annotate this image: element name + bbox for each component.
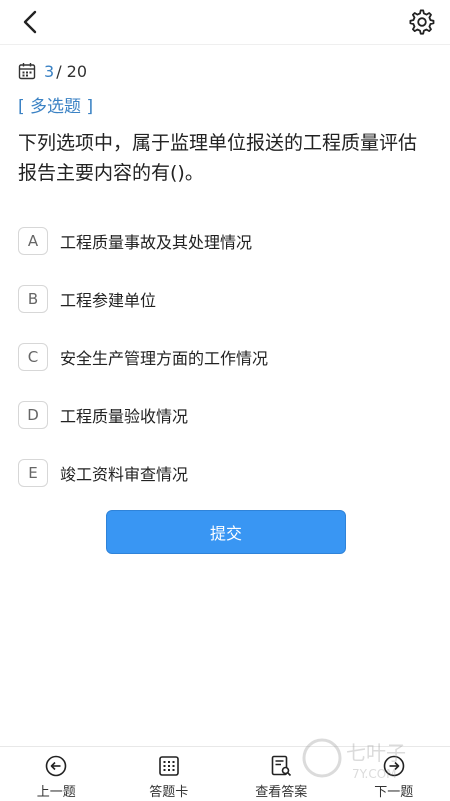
nav-answer-card[interactable]: 答题卡 (113, 747, 226, 801)
prev-circle-icon (45, 755, 67, 777)
option-text: 工程质量事故及其处理情况 (60, 229, 252, 253)
top-bar (0, 0, 450, 45)
option-text: 安全生产管理方面的工作情况 (60, 345, 268, 369)
option-letter: A (18, 227, 48, 255)
watermark-logo: 七叶子 7Y.COM (300, 728, 440, 788)
watermark-text: 七叶子 (346, 741, 406, 765)
question-progress: 3 / 20 (18, 60, 87, 82)
option-b[interactable]: B 工程参建单位 (18, 270, 438, 328)
gear-icon[interactable] (408, 8, 436, 36)
option-letter: C (18, 343, 48, 371)
option-text: 竣工资料审查情况 (60, 461, 188, 485)
nav-prev-question[interactable]: 上一题 (0, 747, 113, 801)
view-answer-icon (270, 755, 292, 777)
option-text: 工程参建单位 (60, 287, 156, 311)
current-question-number: 3 (44, 62, 54, 81)
question-type: [ 多选题 ] (18, 92, 93, 117)
nav-label: 上一题 (37, 781, 76, 800)
option-text: 工程质量验收情况 (60, 403, 188, 427)
option-letter: E (18, 459, 48, 487)
options-list: A 工程质量事故及其处理情况 B 工程参建单位 C 安全生产管理方面的工作情况 … (18, 212, 438, 502)
option-d[interactable]: D 工程质量验收情况 (18, 386, 438, 444)
submit-button[interactable]: 提交 (106, 510, 346, 554)
answer-card-icon (158, 755, 180, 777)
total-questions: / 20 (56, 62, 87, 81)
watermark-domain: 7Y.COM (352, 767, 397, 781)
back-arrow-icon[interactable] (18, 9, 44, 35)
option-letter: B (18, 285, 48, 313)
option-a[interactable]: A 工程质量事故及其处理情况 (18, 212, 438, 270)
option-letter: D (18, 401, 48, 429)
option-c[interactable]: C 安全生产管理方面的工作情况 (18, 328, 438, 386)
calendar-icon (18, 62, 36, 80)
question-text: 下列选项中，属于监理单位报送的工程质量评估报告主要内容的有()。 (18, 128, 432, 188)
option-e[interactable]: E 竣工资料审查情况 (18, 444, 438, 502)
nav-label: 答题卡 (149, 781, 188, 800)
